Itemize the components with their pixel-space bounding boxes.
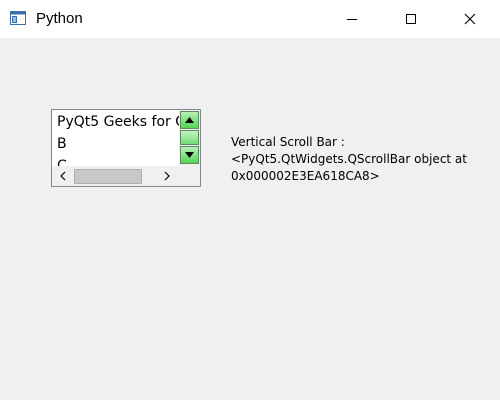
info-line-2: <PyQt5.QtWidgets.QScrollBar object at — [231, 152, 467, 166]
vertical-scrollbar[interactable] — [179, 110, 200, 166]
window-title: Python — [36, 10, 83, 27]
scroll-right-button[interactable] — [158, 166, 176, 186]
list-item[interactable]: B — [57, 134, 67, 154]
chevron-right-icon — [164, 171, 170, 181]
python-window-icon — [10, 11, 26, 25]
chevron-left-icon — [60, 171, 66, 181]
info-line-3: 0x000002E3EA618CA8> — [231, 169, 380, 183]
scroll-up-button[interactable] — [180, 111, 199, 129]
title-bar[interactable]: Python — [0, 0, 500, 38]
arrow-down-icon — [185, 152, 194, 158]
info-line-1: Vertical Scroll Bar : — [231, 135, 345, 149]
horizontal-scrollbar[interactable] — [52, 166, 179, 186]
list-item[interactable]: C — [57, 156, 67, 166]
maximize-icon — [406, 14, 416, 24]
maximize-button[interactable] — [388, 0, 434, 38]
minimize-icon — [347, 19, 357, 20]
scrollbar-info-label: Vertical Scroll Bar : <PyQt5.QtWidgets.Q… — [231, 134, 493, 185]
app-window: Python PyQt5 Geeks for Geeks B C — [0, 0, 500, 400]
close-button[interactable] — [447, 0, 493, 38]
list-item[interactable]: PyQt5 Geeks for Geeks — [57, 112, 179, 132]
horizontal-scroll-thumb[interactable] — [74, 169, 142, 184]
close-icon — [464, 13, 476, 25]
scroll-left-button[interactable] — [54, 166, 72, 186]
scroll-down-button[interactable] — [180, 146, 199, 164]
arrow-up-icon — [185, 117, 194, 123]
list-viewport: PyQt5 Geeks for Geeks B C — [52, 110, 179, 166]
vertical-scroll-thumb[interactable] — [180, 130, 199, 145]
scrollbar-corner — [179, 166, 200, 186]
minimize-button[interactable] — [329, 0, 375, 38]
list-widget[interactable]: PyQt5 Geeks for Geeks B C — [51, 109, 201, 187]
